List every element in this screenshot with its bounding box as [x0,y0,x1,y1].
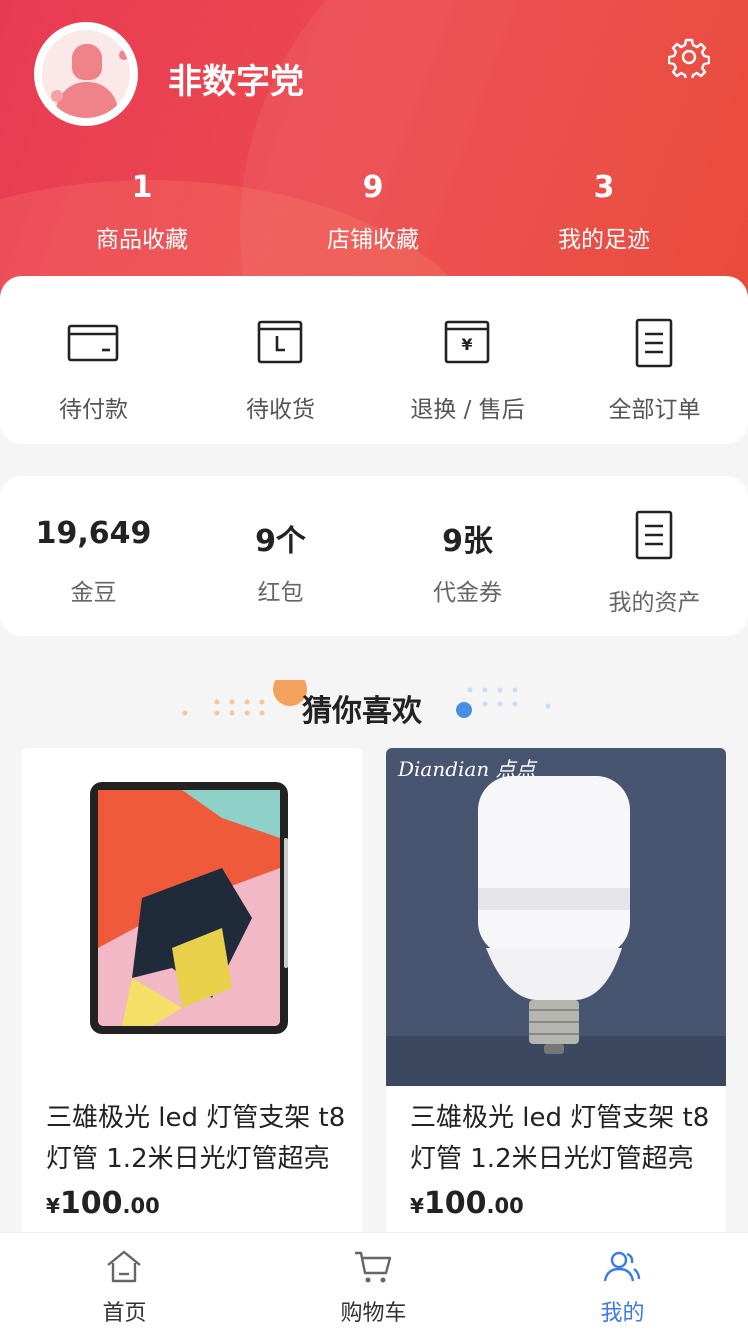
stat-label: 我的足迹 [558,227,650,253]
tab-label: 首页 [102,1301,147,1326]
asset-value: 9个 [255,524,306,559]
asset-label: 我的资产 [608,590,701,616]
product-price: ¥100.00 [410,1186,524,1221]
home-icon [107,1250,141,1283]
document-icon [635,318,673,368]
price-integer: 100 [423,1186,487,1221]
wallet-icon [67,324,119,362]
stats-row: 1 商品收藏 9 店铺收藏 3 我的足迹 [0,168,748,258]
price-decimal: .00 [486,1194,524,1218]
gear-icon [667,38,711,82]
asset-label: 金豆 [70,580,117,606]
order-label: 退换 / 售后 [410,397,525,423]
asset-value: 9张 [442,524,493,559]
product-image-bulb: Diandian 点点 [386,748,726,1086]
cart-icon [355,1251,392,1283]
order-label: 待收货 [246,397,315,423]
orders-card: 待付款 待收货 ¥ 退换 / 售后 全部订单 [0,276,748,444]
clock-box-icon [257,320,303,364]
asset-value: 19,649 [35,516,152,551]
asset-label: 红包 [257,580,304,606]
avatar-placeholder-icon [42,30,130,118]
recommend-title-text: 猜你喜欢 [302,694,422,729]
tab-label: 我的 [600,1301,645,1326]
order-pending-receipt[interactable]: 待收货 [187,276,374,444]
tab-cart[interactable]: 购物车 [249,1233,498,1330]
asset-label: 代金券 [433,580,502,606]
product-image-tablet [22,748,362,1086]
stat-value: 3 [593,170,615,205]
username: 非数字党 [168,62,304,102]
product-card[interactable]: Diandian 点点 三雄极光 led 灯管支架 t8 灯管 1.2米日光灯管… [386,748,726,1238]
product-name: 三雄极光 led 灯管支架 t8 灯管 1.2米日光灯管超亮 [46,1103,346,1174]
asset-gold-beans[interactable]: 19,649 金豆 [0,476,187,636]
tab-label: 购物车 [340,1301,407,1326]
order-label: 全部订单 [608,397,701,423]
order-pending-payment[interactable]: 待付款 [0,276,187,444]
stat-value: 1 [131,170,153,205]
tab-home[interactable]: 首页 [0,1233,249,1330]
stat-label: 店铺收藏 [327,227,419,253]
stat-footprints[interactable]: 3 我的足迹 [504,168,704,254]
price-currency: ¥ [46,1194,60,1218]
avatar[interactable] [34,22,138,126]
stat-favorite-shops[interactable]: 9 店铺收藏 [273,168,473,254]
stat-favorite-goods[interactable]: 1 商品收藏 [42,168,242,254]
price-currency: ¥ [410,1194,424,1218]
stat-value: 9 [362,170,384,205]
price-integer: 100 [59,1186,123,1221]
product-name: 三雄极光 led 灯管支架 t8 灯管 1.2米日光灯管超亮 [410,1103,710,1174]
price-decimal: .00 [122,1194,160,1218]
settings-button[interactable] [667,36,711,82]
product-price: ¥100.00 [46,1186,160,1221]
product-card[interactable]: 三雄极光 led 灯管支架 t8 灯管 1.2米日光灯管超亮 ¥100.00 [22,748,362,1238]
document-icon [635,510,673,560]
asset-red-packets[interactable]: 9个 红包 [187,476,374,636]
tab-mine[interactable]: 我的 [498,1233,747,1330]
user-icon [603,1251,641,1282]
svg-text:¥: ¥ [461,335,472,354]
asset-vouchers[interactable]: 9张 代金券 [374,476,561,636]
order-all[interactable]: 全部订单 [561,276,748,444]
assets-card: 19,649 金豆 9个 红包 9张 代金券 我的资产 [0,476,748,636]
order-label: 待付款 [59,397,128,423]
refund-icon: ¥ [444,320,490,364]
bottom-tab-bar: 首页 购物车 我的 [0,1232,748,1330]
stat-label: 商品收藏 [96,227,188,253]
asset-my-assets[interactable]: 我的资产 [561,476,748,636]
order-refund[interactable]: ¥ 退换 / 售后 [374,276,561,444]
recommend-title: 猜你喜欢 [0,680,748,730]
